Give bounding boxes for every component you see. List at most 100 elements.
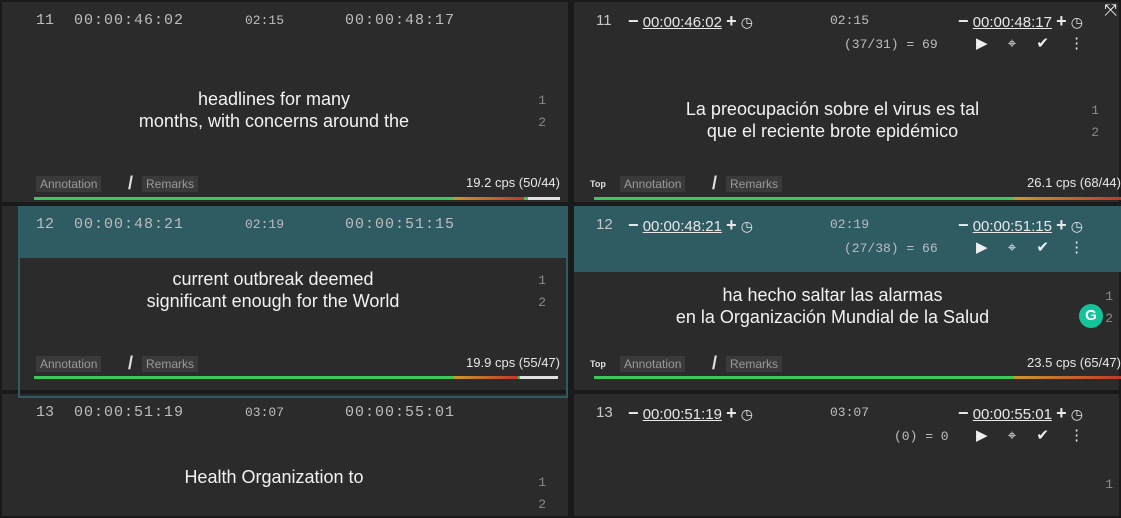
increase-end-button[interactable]: + xyxy=(1056,403,1067,423)
subtitle-line-1[interactable]: ha hecho saltar las alarmas xyxy=(584,284,1081,306)
duration: 02:15 xyxy=(245,13,285,28)
increase-end-button[interactable]: + xyxy=(1056,215,1067,235)
more-icon[interactable]: ⋮ xyxy=(1069,239,1084,256)
check-icon[interactable]: ✔ xyxy=(1036,35,1049,52)
subtitle-footer: Top Annotation / Remarks 23.5 cps (65/47… xyxy=(574,353,1121,376)
end-timecode[interactable]: 00:00:48:17 xyxy=(973,14,1052,31)
row-actions: ▶ ⌖ ✔ ⋮ xyxy=(976,426,1100,444)
start-time-editor[interactable]: − 00:00:48:21 + ◷ xyxy=(628,215,753,236)
decrease-start-button[interactable]: − xyxy=(628,11,639,31)
tag-icon[interactable]: ⌖ xyxy=(1008,35,1016,52)
play-icon[interactable]: ▶ xyxy=(976,239,988,256)
cps-bar-warning xyxy=(1014,197,1121,200)
end-time-editor[interactable]: − 00:00:51:15 + ◷ xyxy=(958,215,1083,236)
subtitle-number: 12 xyxy=(596,216,613,233)
check-icon[interactable]: ✔ xyxy=(1036,427,1049,444)
more-icon[interactable]: ⋮ xyxy=(1069,427,1084,444)
subtitle-line-1[interactable]: La preocupación sobre el virus es tal xyxy=(584,98,1081,120)
end-timecode: 00:00:55:01 xyxy=(345,404,456,421)
increase-start-button[interactable]: + xyxy=(726,11,737,31)
remarks-button[interactable]: Remarks xyxy=(142,176,199,192)
source-subtitle-13[interactable]: 13 00:00:51:19 03:07 00:00:55:01 Health … xyxy=(20,394,568,518)
subtitle-number: 13 xyxy=(36,404,55,421)
decrease-start-button[interactable]: − xyxy=(628,215,639,235)
separator: / xyxy=(712,353,718,373)
play-icon[interactable]: ▶ xyxy=(976,35,988,52)
clock-icon[interactable]: ◷ xyxy=(741,406,753,422)
duration: 02:19 xyxy=(245,217,285,232)
remarks-button[interactable]: Remarks xyxy=(726,176,783,192)
end-timecode[interactable]: 00:00:55:01 xyxy=(973,406,1052,423)
start-time-editor[interactable]: − 00:00:46:02 + ◷ xyxy=(628,11,753,32)
annotation-button[interactable]: Annotation xyxy=(620,176,686,192)
clock-icon[interactable]: ◷ xyxy=(1071,14,1083,30)
duration: 02:15 xyxy=(830,13,870,28)
subtitle-line-2: months, with concerns around the xyxy=(138,111,410,131)
target-subtitle-11[interactable]: 11 − 00:00:46:02 + ◷ 02:15 − 00:00:48:17… xyxy=(574,2,1121,204)
annotation-button[interactable]: Annotation xyxy=(620,356,686,372)
target-subtitle-13[interactable]: 13 − 00:00:51:19 + ◷ 03:07 − 00:00:55:01… xyxy=(574,394,1121,518)
play-icon[interactable]: ▶ xyxy=(976,427,988,444)
end-timecode: 00:00:51:15 xyxy=(345,216,456,233)
cps-bar-overflow xyxy=(528,197,560,200)
source-subtitle-11[interactable]: 11 00:00:46:02 02:15 00:00:48:17 headlin… xyxy=(20,2,568,204)
clock-icon[interactable]: ◷ xyxy=(741,14,753,30)
annotation-button[interactable]: Annotation xyxy=(36,356,102,372)
line-number: 2 xyxy=(538,295,546,310)
start-timecode[interactable]: 00:00:48:21 xyxy=(643,218,722,235)
decrease-start-button[interactable]: − xyxy=(628,403,639,423)
grammarly-icon[interactable]: G xyxy=(1079,304,1103,328)
subtitle-line-1: headlines for many xyxy=(197,89,351,109)
line-number: 2 xyxy=(1105,311,1113,326)
subtitle-line-1: current outbreak deemed xyxy=(172,269,374,289)
target-subtitle-12[interactable]: 12 − 00:00:48:21 + ◷ 02:19 − 00:00:51:15… xyxy=(574,206,1121,398)
tag-icon[interactable]: ⌖ xyxy=(1008,239,1016,256)
clock-icon[interactable]: ◷ xyxy=(1071,406,1083,422)
annotation-button[interactable]: Annotation xyxy=(36,176,102,192)
subtitle-line-2[interactable]: en la Organización Mundial de la Salud xyxy=(584,306,1081,328)
subtitle-line-2: significant enough for the World xyxy=(146,291,400,311)
cps-bar xyxy=(34,197,560,200)
cps-bar-warning xyxy=(454,376,518,379)
line-number: 1 xyxy=(1091,103,1099,118)
start-timecode[interactable]: 00:00:46:02 xyxy=(643,14,722,31)
clock-icon[interactable]: ◷ xyxy=(741,218,753,234)
separator: / xyxy=(128,353,134,373)
remarks-button[interactable]: Remarks xyxy=(142,356,199,372)
start-timecode: 00:00:46:02 xyxy=(74,12,185,29)
separator: / xyxy=(128,173,134,193)
decrease-end-button[interactable]: − xyxy=(958,11,969,31)
end-time-editor[interactable]: − 00:00:55:01 + ◷ xyxy=(958,403,1083,424)
top-badge: Top xyxy=(590,359,606,369)
source-subtitle-12[interactable]: 12 00:00:48:21 02:19 00:00:51:15 current… xyxy=(18,206,568,398)
subtitle-line-2[interactable]: que el reciente brote epidémico xyxy=(584,120,1081,142)
expand-icon[interactable]: ⤧ xyxy=(1104,2,1117,20)
row-actions: ▶ ⌖ ✔ ⋮ xyxy=(976,238,1100,256)
timecode-row: 13 00:00:51:19 03:07 00:00:55:01 xyxy=(20,394,568,430)
remarks-button[interactable]: Remarks xyxy=(726,356,783,372)
character-ratio: (27/38) = 66 xyxy=(844,241,938,256)
line-number: 1 xyxy=(538,273,546,288)
increase-start-button[interactable]: + xyxy=(726,403,737,423)
start-timecode[interactable]: 00:00:51:19 xyxy=(643,406,722,423)
subtitle-footer: Annotation / Remarks 19.9 cps (55/47) xyxy=(18,353,568,376)
character-ratio: (0) = 0 xyxy=(894,429,949,444)
decrease-end-button[interactable]: − xyxy=(958,215,969,235)
increase-end-button[interactable]: + xyxy=(1056,11,1067,31)
end-time-editor[interactable]: − 00:00:48:17 + ◷ xyxy=(958,11,1083,32)
more-icon[interactable]: ⋮ xyxy=(1069,35,1084,52)
start-time-editor[interactable]: − 00:00:51:19 + ◷ xyxy=(628,403,753,424)
line-number: 2 xyxy=(538,497,546,512)
subtitle-line-1: Health Organization to xyxy=(184,467,364,487)
subtitle-footer: Top Annotation / Remarks 26.1 cps (68/44… xyxy=(574,173,1121,196)
end-timecode: 00:00:48:17 xyxy=(345,12,456,29)
subtitle-number: 12 xyxy=(36,216,55,233)
start-timecode: 00:00:48:21 xyxy=(74,216,185,233)
check-icon[interactable]: ✔ xyxy=(1036,239,1049,256)
end-timecode[interactable]: 00:00:51:15 xyxy=(973,218,1052,235)
cps-bar xyxy=(594,376,1121,379)
increase-start-button[interactable]: + xyxy=(726,215,737,235)
clock-icon[interactable]: ◷ xyxy=(1071,218,1083,234)
decrease-end-button[interactable]: − xyxy=(958,403,969,423)
tag-icon[interactable]: ⌖ xyxy=(1008,427,1016,444)
